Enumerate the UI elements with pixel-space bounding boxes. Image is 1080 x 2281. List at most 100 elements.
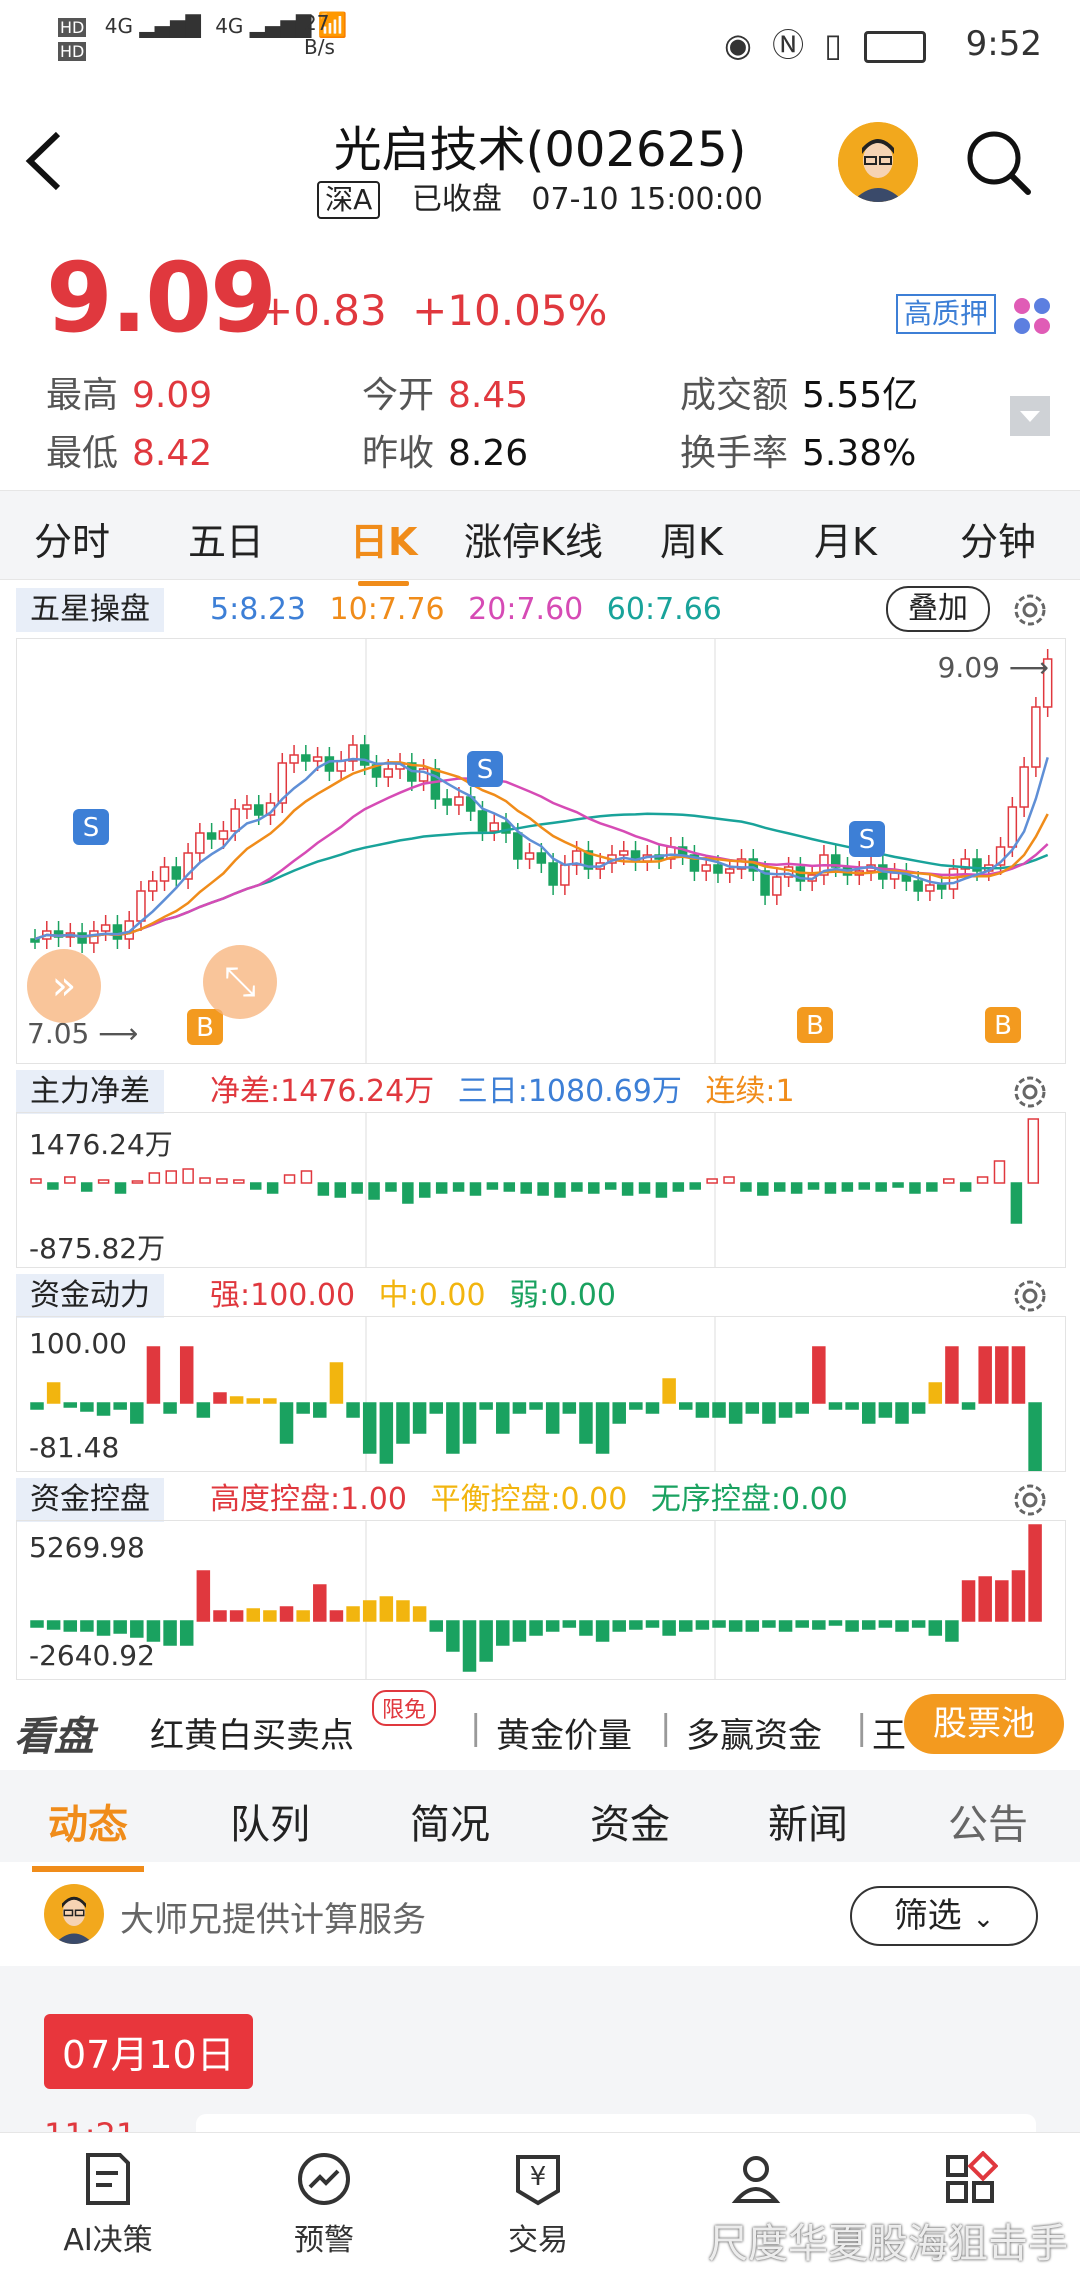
ma60-value: 60:7.66 bbox=[606, 592, 722, 627]
tab-five-day[interactable]: 五日 bbox=[188, 511, 264, 566]
fund-power-name[interactable]: 资金动力 bbox=[16, 1274, 164, 1318]
indicator-bar bbox=[892, 1182, 904, 1188]
filter-button[interactable]: 筛选 ⌄ bbox=[850, 1886, 1038, 1946]
tab-funds[interactable]: 资金 bbox=[590, 1792, 670, 1850]
indicator-bar bbox=[926, 1182, 938, 1192]
service-text: 大师兄提供计算服务 bbox=[120, 1900, 426, 1940]
nav-trade[interactable]: ¥ 交易 bbox=[458, 2151, 618, 2259]
candle-body bbox=[383, 768, 394, 778]
main-force-name[interactable]: 主力净差 bbox=[16, 1070, 164, 1114]
indicator-bar bbox=[928, 1382, 943, 1404]
tab-announcements[interactable]: 公告 bbox=[948, 1792, 1028, 1850]
indicator-bar bbox=[334, 1182, 347, 1198]
gear-icon[interactable] bbox=[1010, 1480, 1050, 1520]
indicator-bar bbox=[412, 1606, 427, 1622]
avatar[interactable] bbox=[838, 122, 918, 202]
fund-control-name[interactable]: 资金控盘 bbox=[16, 1478, 164, 1522]
indicator-bar bbox=[795, 1620, 809, 1628]
low-price-label: 7.05 ⟶ bbox=[27, 1017, 139, 1050]
more-dots-icon[interactable] bbox=[1012, 296, 1052, 336]
gear-icon[interactable] bbox=[1010, 590, 1050, 630]
indicator-bar bbox=[249, 1182, 262, 1190]
stock-pool-button[interactable]: 股票池 bbox=[904, 1694, 1064, 1754]
stat-value: 9.09 bbox=[132, 375, 213, 416]
indicator-bar bbox=[959, 1182, 972, 1192]
indicator-bar bbox=[537, 1182, 549, 1196]
tab-daily-k[interactable]: 日K bbox=[350, 511, 417, 586]
tab-minute[interactable]: 分钟 bbox=[960, 511, 1036, 566]
indicator-bar bbox=[379, 1596, 394, 1622]
nav-more[interactable] bbox=[890, 2151, 1050, 2215]
sell-marker-letter: S bbox=[477, 755, 494, 785]
main-force-svg bbox=[30, 1113, 1040, 1267]
candle-body bbox=[206, 832, 217, 840]
indicator-bar bbox=[588, 1182, 600, 1194]
indicator-bar bbox=[246, 1398, 261, 1404]
tab-news[interactable]: 新闻 bbox=[768, 1792, 848, 1850]
kanpan-item-partial[interactable]: 王 bbox=[872, 1708, 906, 1757]
buy-marker-letter: B bbox=[994, 1011, 1012, 1041]
kanpan-item-gold-volume[interactable]: 黄金价量 bbox=[496, 1708, 632, 1757]
candle-body bbox=[112, 924, 123, 940]
avatar-face-icon bbox=[838, 122, 918, 202]
candle-body bbox=[171, 866, 182, 880]
indicator-bar bbox=[545, 1620, 560, 1632]
indicator-bar bbox=[379, 1402, 394, 1464]
expand-stats-button[interactable] bbox=[1010, 396, 1050, 436]
indicator-bar bbox=[562, 1620, 577, 1628]
candle-body bbox=[195, 832, 205, 854]
search-button[interactable] bbox=[962, 126, 1034, 198]
indicator-bar bbox=[512, 1620, 527, 1642]
kline-chart[interactable]: S S S B B B 9.09 ⟶ 7.05 ⟶ » ⤡ bbox=[16, 638, 1066, 1064]
indicator-bar bbox=[30, 1620, 44, 1628]
indicator-bar bbox=[943, 1178, 955, 1184]
watermark-text: 尺度华夏股海狙击手 bbox=[708, 2221, 1068, 2267]
tab-limit-up-k[interactable]: 涨停K线 bbox=[464, 511, 603, 566]
scroll-left-button[interactable]: » bbox=[27, 949, 101, 1023]
network-indicators: HD 4G ▂▄▆█ 4G ▂▄▆█ 📶 27 B/s HD bbox=[58, 12, 348, 63]
hd1-label: HD bbox=[58, 18, 87, 37]
tab-queue[interactable]: 队列 bbox=[230, 1792, 310, 1850]
fund-control-svg bbox=[30, 1521, 1042, 1679]
clock: 9:52 bbox=[965, 24, 1042, 64]
main-force-min: -875.82万 bbox=[29, 1232, 166, 1265]
indicator-bar bbox=[595, 1402, 610, 1454]
nav-alert[interactable]: 预警 bbox=[244, 2151, 404, 2259]
indicator-bar bbox=[63, 1402, 78, 1408]
search-icon bbox=[967, 131, 1031, 195]
stat-low: 最低 8.42 bbox=[46, 424, 212, 476]
stat-value: 8.26 bbox=[448, 433, 529, 474]
gear-icon[interactable] bbox=[1010, 1072, 1050, 1112]
nav-account[interactable] bbox=[676, 2151, 836, 2215]
three-day-value: 三日:1080.69万 bbox=[457, 1074, 682, 1109]
signal1-label: 4G bbox=[104, 14, 133, 38]
tab-weekly-k[interactable]: 周K bbox=[660, 511, 723, 566]
indicator-bar bbox=[131, 1180, 144, 1184]
sell-marker-letter: S bbox=[859, 825, 876, 855]
kline-indicator-name[interactable]: 五星操盘 bbox=[16, 588, 164, 632]
fund-power-max: 100.00 bbox=[29, 1327, 127, 1360]
pledge-badge[interactable]: 高质押 bbox=[896, 294, 997, 334]
indicator-bar bbox=[346, 1402, 360, 1418]
overlay-button[interactable]: 叠加 bbox=[886, 586, 990, 632]
nav-label: AI决策 bbox=[63, 2223, 153, 2258]
tab-monthly-k[interactable]: 月K bbox=[814, 511, 877, 566]
kanpan-item-buy-sell[interactable]: 红黄白买卖点 bbox=[150, 1708, 354, 1757]
indicator-bar bbox=[213, 1392, 227, 1404]
nav-ai-decision[interactable]: AI决策 bbox=[28, 2151, 188, 2259]
tab-profile[interactable]: 简况 bbox=[410, 1792, 490, 1850]
indicator-bar bbox=[695, 1620, 710, 1630]
indicator-bar bbox=[97, 1179, 110, 1184]
stat-value: 8.42 bbox=[132, 433, 213, 474]
indicator-bar bbox=[579, 1620, 593, 1636]
indicator-bar bbox=[362, 1402, 377, 1454]
indicator-bar bbox=[182, 1168, 194, 1184]
kanpan-item-multi-win[interactable]: 多赢资金 bbox=[686, 1708, 822, 1757]
tab-intraday[interactable]: 分时 bbox=[34, 511, 110, 566]
fullscreen-button[interactable]: ⤡ bbox=[203, 945, 277, 1019]
candle-body bbox=[619, 850, 629, 856]
candle-body bbox=[100, 924, 111, 932]
gear-icon[interactable] bbox=[1010, 1276, 1050, 1316]
tab-news-feed[interactable]: 动态 bbox=[32, 1792, 144, 1872]
indicator-bar bbox=[435, 1182, 448, 1194]
